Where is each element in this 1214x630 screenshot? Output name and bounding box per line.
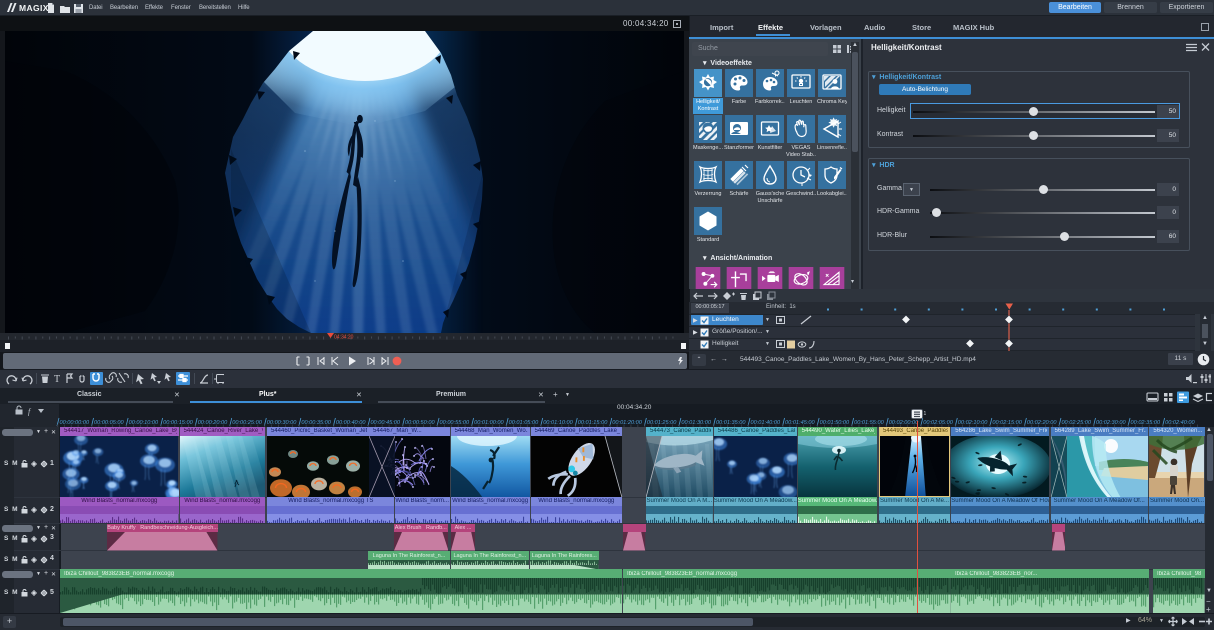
- svg-text:1: 1: [924, 411, 927, 417]
- svg-text:T: T: [54, 374, 60, 385]
- svg-text:MAGIX: MAGIX: [19, 3, 49, 13]
